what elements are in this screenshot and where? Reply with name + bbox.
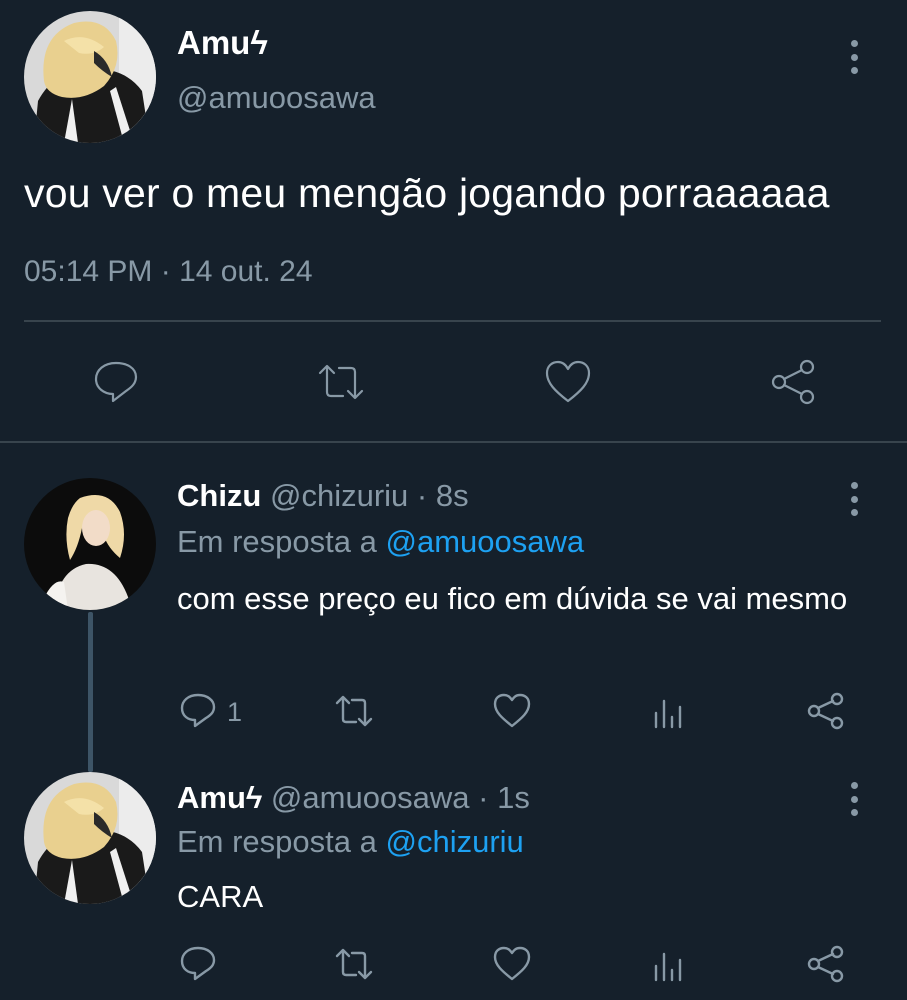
in-reply-to: Em resposta a @chizuriu — [177, 824, 524, 860]
reply-tweet[interactable]: Amuϟ @amuoosawa · 1s Em resposta a @chiz… — [0, 772, 907, 1000]
like-icon[interactable] — [492, 944, 532, 984]
author-name[interactable]: Amuϟ — [177, 24, 268, 62]
tweet-text: com esse preço eu fico em dúvida se vai … — [177, 581, 848, 616]
main-tweet: Amuϟ @amuoosawa vou ver o meu mengão jog… — [0, 0, 907, 443]
tweet-timestamp[interactable]: 05:14 PM · 14 out. 24 — [24, 255, 313, 289]
reply-prefix: Em resposta a — [177, 824, 386, 859]
tweet-text: vou ver o meu mengão jogando porraaaaaa — [24, 170, 830, 216]
author-handle-time[interactable]: @amuoosawa · 1s — [271, 780, 530, 815]
author-name[interactable]: Chizu — [177, 478, 261, 513]
reply-count: 1 — [227, 697, 243, 727]
avatar-photo-blond-girl — [24, 478, 156, 610]
mention-link[interactable]: @amuoosawa — [385, 524, 584, 559]
reply-icon[interactable] — [178, 944, 218, 984]
in-reply-to: Em resposta a @amuoosawa — [177, 524, 584, 560]
reply-prefix: Em resposta a — [177, 524, 386, 559]
share-icon[interactable] — [769, 358, 819, 406]
mention-link[interactable]: @chizuriu — [385, 824, 523, 859]
reply-header: Amuϟ @amuoosawa · 1s — [177, 780, 530, 816]
more-icon[interactable] — [849, 482, 859, 516]
more-icon[interactable] — [849, 782, 859, 816]
avatar[interactable] — [24, 11, 156, 143]
avatar[interactable] — [24, 772, 156, 904]
reply-header: Chizu @chizuriu · 8s — [177, 478, 469, 514]
tweet-thread-screen: Amuϟ @amuoosawa vou ver o meu mengão jog… — [0, 0, 907, 1000]
like-icon[interactable] — [543, 358, 593, 406]
avatar-photo-blond-hair — [24, 772, 156, 904]
reply-icon[interactable] — [91, 358, 141, 406]
like-icon[interactable] — [492, 691, 532, 731]
retweet-icon[interactable] — [334, 944, 374, 984]
divider — [24, 320, 881, 322]
retweet-icon[interactable] — [316, 358, 366, 406]
reply-icon[interactable] — [178, 691, 218, 731]
author-name[interactable]: Amuϟ — [177, 780, 262, 815]
avatar-photo-blond-hair — [24, 11, 156, 143]
avatar[interactable] — [24, 478, 156, 610]
stats-icon[interactable] — [650, 944, 690, 984]
reply-tweet[interactable]: Chizu @chizuriu · 8s Em resposta a @amuo… — [0, 478, 907, 748]
retweet-icon[interactable] — [334, 691, 374, 731]
author-handle[interactable]: @amuoosawa — [177, 80, 376, 116]
share-icon[interactable] — [806, 691, 846, 731]
divider — [0, 441, 907, 443]
stats-icon[interactable] — [650, 691, 690, 731]
more-icon[interactable] — [849, 40, 859, 74]
author-handle-time[interactable]: @chizuriu · 8s — [270, 478, 469, 513]
tweet-text: CARA — [177, 879, 264, 914]
share-icon[interactable] — [806, 944, 846, 984]
